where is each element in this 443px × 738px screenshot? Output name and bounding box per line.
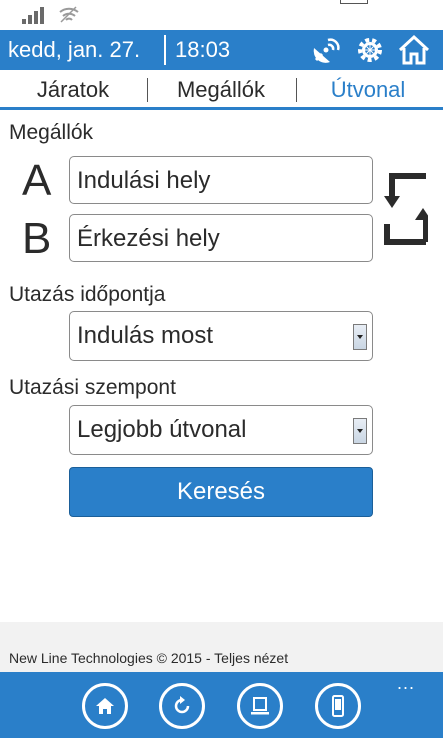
status-bar — [0, 0, 443, 30]
stops-label: Megállók — [9, 121, 94, 144]
signal-icon — [22, 6, 50, 24]
departure-field[interactable]: Indulási hely — [69, 156, 373, 204]
app-header: kedd, jan. 27. 18:03 — [0, 30, 443, 70]
point-a-letter: A — [22, 156, 52, 205]
tab-divider — [296, 78, 297, 102]
more-options[interactable]: ... — [397, 674, 415, 692]
desktop-icon — [251, 697, 269, 715]
travel-time-value: Indulás most — [77, 322, 214, 349]
arrival-placeholder: Érkezési hely — [77, 225, 220, 252]
appbar-home-button[interactable] — [82, 683, 128, 729]
travel-criteria-label: Utazási szempont — [9, 376, 176, 399]
chevron-down-icon — [353, 324, 367, 350]
chevron-down-icon — [353, 418, 367, 444]
window-edge — [340, 0, 368, 4]
home-icon — [96, 698, 114, 714]
departure-placeholder: Indulási hely — [77, 167, 211, 194]
radar-icon[interactable] — [310, 34, 344, 66]
swap-arrows-icon[interactable] — [382, 172, 428, 246]
appbar-phone-button[interactable] — [315, 683, 361, 729]
footer-text[interactable]: New Line Technologies © 2015 - Teljes né… — [9, 650, 288, 666]
refresh-icon — [174, 696, 190, 714]
app-bar: ... — [0, 672, 443, 738]
header-divider — [164, 35, 166, 65]
tab-megallok[interactable]: Megállók — [158, 76, 284, 104]
gear-icon[interactable] — [353, 34, 387, 66]
travel-time-label: Utazás időpontja — [9, 283, 166, 306]
page-footer: New Line Technologies © 2015 - Teljes né… — [0, 622, 443, 672]
tab-jaratok[interactable]: Járatok — [10, 76, 136, 104]
search-button[interactable]: Keresés — [69, 467, 373, 517]
tab-bar: Járatok Megállók Útvonal — [0, 70, 443, 110]
travel-time-select[interactable]: Indulás most — [69, 311, 373, 361]
current-date: kedd, jan. 27. — [8, 37, 141, 62]
tab-utvonal[interactable]: Útvonal — [305, 76, 431, 104]
arrival-field[interactable]: Érkezési hely — [69, 214, 373, 262]
travel-criteria-value: Legjobb útvonal — [77, 416, 247, 443]
wifi-icon — [59, 6, 79, 23]
tab-divider — [147, 78, 148, 102]
home-icon[interactable] — [397, 34, 431, 66]
appbar-desktop-button[interactable] — [237, 683, 283, 729]
phone-icon — [332, 695, 344, 717]
current-time: 18:03 — [175, 37, 231, 62]
point-b-letter: B — [22, 214, 52, 263]
travel-criteria-select[interactable]: Legjobb útvonal — [69, 405, 373, 455]
appbar-refresh-button[interactable] — [159, 683, 205, 729]
